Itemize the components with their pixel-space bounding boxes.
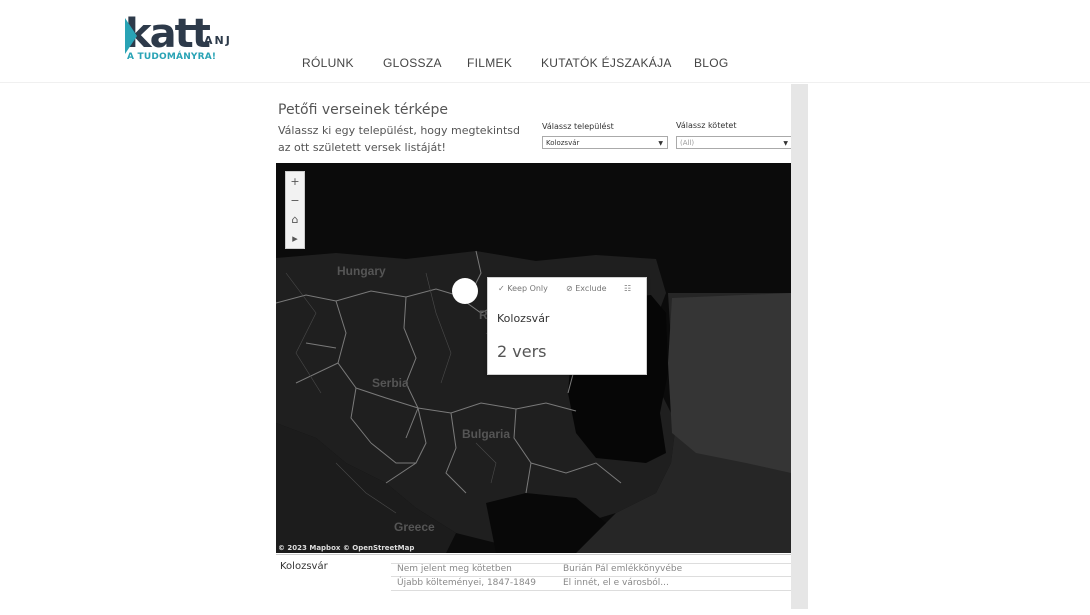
location-marker-kolozsvar[interactable]: [452, 278, 478, 304]
dropdown-arrow-icon: ▼: [783, 140, 788, 147]
expand-toolbar-icon[interactable]: ▸: [286, 230, 304, 248]
settlement-filter-value: Kolozsvár: [546, 139, 580, 147]
poems-table: Kolozsvár Nem jelent meg kötetben Burián…: [276, 554, 791, 595]
nav-kutatok-ejszakaja[interactable]: KUTATÓK ÉJSZAKÁJA: [541, 56, 672, 70]
map-attribution[interactable]: © 2023 Mapbox © OpenStreetMap: [278, 544, 414, 552]
zoom-in-button[interactable]: +: [286, 173, 304, 191]
map-tooltip: ✓ Keep Only ⊘ Exclude ☷ Kolozsvár 2 vers: [487, 277, 647, 375]
map-label-serbia: Serbia: [372, 376, 409, 390]
home-icon[interactable]: ⌂: [286, 211, 304, 229]
viz-title: Petőfi verseinek térképe: [278, 102, 448, 118]
nav-glossza[interactable]: GLOSSZA: [383, 56, 442, 70]
volume-filter-label: Válassz kötetet: [676, 121, 737, 130]
nav-blog[interactable]: BLOG: [694, 56, 729, 70]
exclude-label: Exclude: [575, 284, 607, 293]
map-area[interactable]: + − ⌂ ▸ Hungary Serbia Bulgaria Greece R…: [276, 163, 791, 553]
map-label-greece: Greece: [394, 520, 435, 534]
viz-scrollbar[interactable]: [791, 84, 808, 609]
dropdown-arrow-icon: ▼: [658, 140, 663, 147]
nav-rolunk[interactable]: RÓLUNK: [302, 56, 354, 70]
table-row-divider: [391, 590, 791, 591]
tableau-viz: Petőfi verseinek térképe Válassz ki egy …: [274, 88, 793, 598]
site-logo[interactable]: katt ANJ A TUDOMÁNYRA!: [125, 12, 245, 68]
map-controls: + − ⌂ ▸: [285, 171, 305, 249]
keep-only-label: Keep Only: [507, 284, 548, 293]
tooltip-count: 2 vers: [497, 342, 547, 361]
check-icon: ✓: [498, 284, 505, 293]
volume-filter-select[interactable]: (All) ▼: [676, 136, 793, 149]
logo-anj: ANJ: [204, 34, 232, 47]
keep-only-button[interactable]: ✓ Keep Only: [498, 284, 548, 293]
nav-filmek[interactable]: FILMEK: [467, 56, 512, 70]
settlement-filter-select[interactable]: Kolozsvár ▼: [542, 136, 668, 149]
table-poem-cell[interactable]: Burián Pál emlékkönyvébe: [563, 564, 682, 574]
table-volume-cell[interactable]: Nem jelent meg kötetben: [397, 564, 512, 574]
logo-wordmark: katt: [125, 11, 211, 57]
exclude-button[interactable]: ⊘ Exclude: [566, 284, 607, 293]
exclude-icon: ⊘: [566, 284, 573, 293]
view-data-icon[interactable]: ☷: [624, 284, 631, 293]
table-place-cell: Kolozsvár: [280, 561, 328, 572]
logo-tagline: A TUDOMÁNYRA!: [127, 52, 217, 62]
map-label-hungary: Hungary: [337, 264, 386, 278]
logo-accent-shape: [125, 18, 137, 54]
site-header: katt ANJ A TUDOMÁNYRA! RÓLUNK GLOSSZA FI…: [0, 0, 1090, 83]
table-row-divider: [391, 576, 791, 577]
viz-subtitle: Válassz ki egy települést, hogy megtekin…: [278, 124, 520, 154]
tooltip-place: Kolozsvár: [497, 312, 550, 325]
volume-filter-value: (All): [680, 139, 695, 147]
map-label-bulgaria: Bulgaria: [462, 427, 511, 441]
zoom-out-button[interactable]: −: [286, 192, 304, 210]
table-volume-cell[interactable]: Újabb költeményei, 1847-1849: [397, 578, 536, 588]
settlement-filter-label: Válassz települést: [542, 122, 614, 131]
table-poem-cell[interactable]: El innét, el e városból...: [563, 578, 669, 588]
